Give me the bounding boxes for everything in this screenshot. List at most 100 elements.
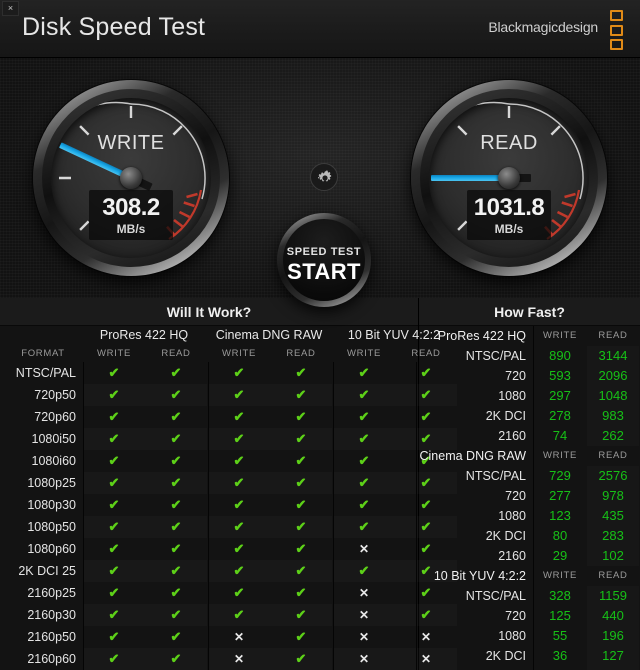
write-speed-value: 593 (549, 368, 571, 383)
write-column-header: WRITE (542, 330, 578, 341)
title-bar: × Disk Speed Test Blackmagicdesign (0, 0, 640, 58)
resolution-label: NTSC/PAL (465, 469, 526, 483)
gauge-area: WRITE 308.2 MB/s READ 1031.8 MB/s SPEED … (0, 58, 640, 307)
supported-check-icon: ✔ (208, 428, 270, 450)
table-row: 1080 55 196 (419, 626, 640, 646)
read-speed-value: 1048 (598, 388, 628, 403)
format-label: 1080p30 (27, 498, 76, 512)
write-speed-value: 29 (552, 548, 568, 563)
supported-check-icon: ✔ (170, 629, 182, 644)
supported-check-icon: ✔ (270, 560, 332, 582)
gear-icon[interactable] (310, 163, 338, 191)
supported-check-icon: ✔ (170, 541, 182, 556)
close-button[interactable]: × (2, 1, 19, 16)
read-readout: 1031.8 MB/s (467, 190, 551, 240)
table-row: 1080i60 ✔ ✔ ✔ ✔ ✔ ✔ (0, 450, 432, 472)
supported-check-icon: ✔ (270, 516, 332, 538)
table-row: 2K DCI 80 283 (419, 526, 640, 546)
column-separator (416, 362, 417, 670)
table-row: 1080 297 1048 (419, 386, 640, 406)
format-label: 1080p25 (27, 476, 76, 490)
blackmagic-logo-icon (610, 10, 626, 50)
write-speed-value: 890 (549, 348, 571, 363)
format-label: 720p50 (34, 388, 76, 402)
read-speed-value: 983 (602, 408, 624, 423)
format-label: 1080i60 (31, 454, 77, 468)
supported-check-icon: ✔ (295, 541, 307, 556)
column-sub-header: WRITE (221, 348, 257, 359)
table-row: 720p50 ✔ ✔ ✔ ✔ ✔ ✔ (0, 384, 431, 406)
format-label: 2160p60 (27, 652, 76, 666)
codec-name: 10 Bit YUV 4:2:2 (433, 569, 526, 583)
resolution-label: 2K DCI (485, 649, 526, 663)
write-speed-value: 278 (549, 408, 571, 423)
how-fast-group-header: 10 Bit YUV 4:2:2 WRITE READ (419, 566, 640, 586)
supported-check-icon: ✔ (83, 472, 145, 494)
supported-check-icon: ✔ (270, 472, 332, 494)
speed-test-start-button[interactable]: SPEED TEST START (277, 213, 371, 307)
resolution-label: 1080 (498, 629, 526, 643)
supported-check-icon: ✔ (170, 453, 182, 468)
read-speed-value: 196 (602, 628, 624, 643)
supported-check-icon: ✔ (108, 497, 120, 512)
table-row: NTSC/PAL 729 2576 (419, 466, 640, 486)
table-row: 2160p30 ✔ ✔ ✔ ✔ ✕ ✔ (0, 604, 431, 626)
codec-group-header: ProRes 422 HQ (99, 328, 189, 342)
column-sub-header: WRITE (96, 348, 132, 359)
write-speed-value: 13 (534, 666, 586, 670)
column-separator (333, 362, 334, 670)
supported-check-icon: ✔ (270, 384, 332, 406)
table-row: 2K DCI 278 983 (419, 406, 640, 426)
write-speed-value: 297 (549, 388, 571, 403)
resolution-label: 2K DCI (485, 409, 526, 423)
resolution-label: 720 (505, 369, 526, 383)
supported-check-icon: ✔ (145, 428, 207, 450)
resolution-label: NTSC/PAL (465, 589, 526, 603)
supported-check-icon: ✔ (108, 409, 120, 424)
read-speed-value: 283 (602, 528, 624, 543)
disk-speed-test-window: × Disk Speed Test Blackmagicdesign WRITE… (0, 0, 640, 670)
write-speed-value: 55 (552, 628, 568, 643)
supported-check-icon: ✔ (83, 604, 145, 626)
supported-check-icon: ✔ (233, 409, 245, 424)
read-speed-value: 262 (602, 428, 624, 443)
unsupported-cross-icon: ✕ (358, 630, 370, 644)
read-column-header: READ (598, 450, 628, 461)
supported-check-icon: ✔ (145, 516, 207, 538)
table-row: 2160 29 102 (419, 546, 640, 566)
codec-group-header: Cinema DNG RAW (215, 328, 323, 342)
supported-check-icon: ✔ (333, 560, 395, 582)
write-speed-value: 328 (549, 588, 571, 603)
read-column-header: READ (598, 330, 628, 341)
how-fast-heading: How Fast? (419, 298, 640, 326)
supported-check-icon: ✔ (295, 585, 307, 600)
write-gauge: WRITE 308.2 MB/s (33, 80, 229, 276)
supported-check-icon: ✔ (145, 384, 207, 406)
supported-check-icon: ✔ (208, 384, 270, 406)
supported-check-icon: ✔ (295, 497, 307, 512)
supported-check-icon: ✔ (333, 384, 395, 406)
resolution-label: NTSC/PAL (465, 349, 526, 363)
resolution-label: 720 (505, 609, 526, 623)
write-gauge-face: WRITE 308.2 MB/s (51, 98, 211, 258)
table-row: 720 125 440 (419, 606, 640, 626)
read-speed-value: 3144 (598, 348, 628, 363)
resolution-label: 1080 (498, 509, 526, 523)
supported-check-icon: ✔ (333, 472, 395, 494)
table-row: NTSC/PAL 890 3144 (419, 346, 640, 366)
how-fast-table: ProRes 422 HQ WRITE READ NTSC/PAL 890 3144 720… (419, 326, 640, 670)
write-value: 308.2 (102, 194, 160, 221)
format-label: 1080p50 (27, 520, 76, 534)
start-button-caption: SPEED TEST (286, 246, 362, 258)
supported-check-icon: ✔ (233, 453, 245, 468)
table-row: 2160p25 ✔ ✔ ✔ ✔ ✕ ✔ (0, 582, 431, 604)
resolution-label: 2160 (498, 549, 526, 563)
how-fast-group-header: ProRes 422 HQ WRITE READ (419, 326, 640, 346)
supported-check-icon: ✔ (270, 604, 332, 626)
app-title: Disk Speed Test (22, 13, 206, 41)
codec-name: Cinema DNG RAW (419, 449, 527, 463)
write-readout: 308.2 MB/s (89, 190, 173, 240)
supported-check-icon: ✔ (358, 409, 370, 424)
supported-check-icon: ✔ (358, 365, 370, 380)
supported-check-icon: ✔ (295, 365, 307, 380)
